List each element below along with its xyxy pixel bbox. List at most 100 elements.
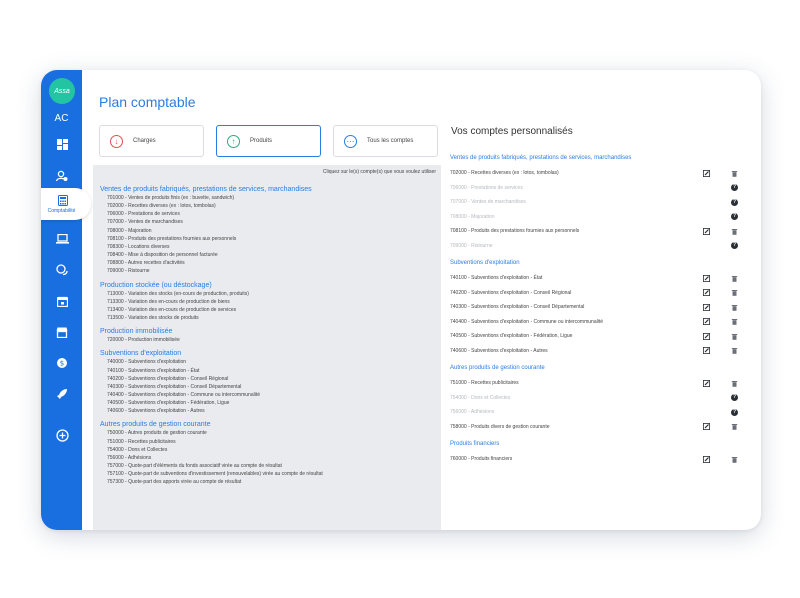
custom-account-row: 740300 - Subventions d'exploitation - Co…	[450, 300, 750, 315]
trash-icon[interactable]	[731, 170, 738, 177]
account-item[interactable]: 740600 - Subventions d'exploitation - Au…	[100, 407, 435, 415]
laptop-icon[interactable]	[52, 229, 72, 249]
custom-account-row: 740600 - Subventions d'exploitation - Au…	[450, 344, 750, 359]
account-item[interactable]: 751000 - Recettes publicitaires	[100, 438, 435, 446]
user-initials[interactable]: AC	[41, 113, 82, 124]
trash-icon[interactable]	[731, 347, 738, 355]
trash-icon[interactable]	[731, 333, 738, 340]
account-group-title: Production stockée (ou déstockage)	[100, 281, 212, 289]
custom-account-label: 708100 - Produits des prestations fourni…	[450, 228, 580, 235]
account-item[interactable]: 702000 - Recettes diverses (ex : lotos, …	[100, 202, 435, 210]
trash-icon[interactable]	[731, 275, 738, 282]
help-icon[interactable]: ?	[731, 408, 738, 416]
account-item[interactable]: 708400 - Mise à disposition de personnel…	[100, 251, 435, 259]
account-item[interactable]: 713400 - Variation des en-cours de produ…	[100, 306, 435, 314]
custom-account-row: 702000 - Recettes diverses (ex : lotos, …	[450, 166, 750, 181]
edit-icon[interactable]	[703, 169, 710, 177]
custom-account-label: 707000 - Ventes de marchandises	[450, 199, 526, 206]
custom-account-row: 740100 - Subventions d'exploitation - Ét…	[450, 271, 750, 286]
account-item[interactable]: 750000 - Autres produits de gestion cour…	[100, 429, 435, 437]
account-item[interactable]: 756000 - Adhésions	[100, 454, 435, 462]
edit-icon[interactable]	[703, 318, 710, 326]
dashboard-icon[interactable]	[52, 134, 72, 154]
account-item[interactable]: 707000 - Ventes de marchandises	[100, 218, 435, 226]
chat-icon[interactable]	[52, 260, 72, 280]
help-icon[interactable]: ?	[731, 184, 738, 192]
trash-icon[interactable]	[731, 289, 738, 297]
account-item[interactable]: 757300 - Quote-part des apports virée au…	[100, 478, 435, 486]
custom-account-row: 758000 - Produits divers de gestion cour…	[450, 420, 750, 435]
custom-account-label: 706000 - Prestations de services	[450, 184, 523, 191]
edit-icon[interactable]	[703, 423, 710, 431]
account-item[interactable]: 708100 - Produits des prestations fourni…	[100, 235, 435, 243]
trash-icon[interactable]	[731, 318, 738, 326]
account-item[interactable]: 709000 - Ristourne	[100, 267, 435, 275]
help-icon[interactable]: ?	[731, 213, 738, 221]
custom-account-label: 740600 - Subventions d'exploitation - Au…	[450, 347, 548, 354]
custom-group-title: Subventions d'exploitation	[450, 260, 520, 266]
custom-account-label: 760000 - Produits financiers	[450, 456, 513, 463]
calendar-icon[interactable]	[52, 291, 72, 311]
custom-account-row: 708100 - Produits des prestations fourni…	[450, 224, 750, 239]
account-item[interactable]: 740300 - Subventions d'exploitation - Co…	[100, 383, 435, 391]
custom-account-label: 740100 - Subventions d'exploitation - Ét…	[450, 275, 543, 282]
finance-icon[interactable]: $	[52, 353, 72, 373]
trash-icon[interactable]	[731, 228, 738, 235]
account-item[interactable]: 740200 - Subventions d'exploitation - Co…	[100, 375, 435, 383]
edit-icon[interactable]	[703, 289, 710, 297]
edit-icon[interactable]	[703, 347, 710, 355]
edit-icon[interactable]	[703, 227, 710, 235]
account-item[interactable]: 740500 - Subventions d'exploitation - Fé…	[100, 399, 435, 407]
trash-icon[interactable]	[731, 380, 738, 387]
account-item[interactable]: 713300 - Variation des en-cours de produ…	[100, 298, 435, 306]
account-item[interactable]: 740100 - Subventions d'exploitation - Ét…	[100, 367, 435, 375]
app-logo[interactable]: Assa	[49, 78, 75, 104]
account-item[interactable]: 757100 - Quote-part de subventions d'inv…	[100, 470, 435, 478]
account-group-title: Autres produits de gestion courante	[100, 421, 211, 429]
shop-icon[interactable]	[52, 322, 72, 342]
custom-account-label: 758000 - Produits divers de gestion cour…	[450, 423, 550, 430]
account-item[interactable]: 713000 - Variation des stocks (en-cours …	[100, 290, 435, 298]
account-item[interactable]: 754000 - Dons et Collectes	[100, 446, 435, 454]
help-icon[interactable]: ?	[731, 198, 738, 206]
edit-icon[interactable]	[703, 455, 710, 463]
account-item[interactable]: 701000 - Ventes de produits finis (ex : …	[100, 194, 435, 202]
filter-charges-button[interactable]: ↓ Charges	[99, 125, 204, 157]
account-item[interactable]: 708800 - Autres recettes d'activités	[100, 259, 435, 267]
account-item[interactable]: 706000 - Prestations de services	[100, 210, 435, 218]
calculator-icon	[53, 190, 73, 210]
trash-icon[interactable]	[731, 423, 738, 431]
account-item[interactable]: 740000 - Subventions d'exploitation	[100, 358, 435, 366]
custom-account-row: 707000 - Ventes de marchandises?	[450, 195, 750, 210]
account-group-title: Ventes de produits fabriqués, prestation…	[100, 186, 312, 193]
instruction-hint: Cliquez sur le(s) compte(s) que vous vou…	[322, 169, 436, 175]
custom-account-row: 751000 - Recettes publicitaires	[450, 376, 750, 391]
svg-text:$: $	[60, 360, 64, 368]
help-icon[interactable]: ?	[731, 242, 738, 250]
account-item[interactable]: 713500 - Variation des stocks de produit…	[100, 314, 435, 322]
trash-icon[interactable]	[731, 304, 738, 311]
account-item[interactable]: 740400 - Subventions d'exploitation - Co…	[100, 391, 435, 399]
edit-icon[interactable]	[703, 379, 710, 387]
edit-icon[interactable]	[703, 303, 710, 311]
rocket-icon[interactable]	[52, 384, 72, 404]
account-item[interactable]: 757000 - Quote-part d'éléments du fonds …	[100, 462, 435, 470]
edit-icon[interactable]	[703, 332, 710, 340]
members-icon[interactable]	[52, 166, 72, 186]
custom-account-label: 740300 - Subventions d'exploitation - Co…	[450, 304, 585, 311]
custom-account-label: 740500 - Subventions d'exploitation - Fé…	[450, 333, 573, 340]
edit-icon[interactable]	[703, 274, 710, 282]
arrow-up-icon: ↑	[227, 134, 240, 148]
custom-account-label: 756000 - Adhésions	[450, 409, 495, 416]
account-item[interactable]: 720000 - Production immobilisée	[100, 336, 435, 344]
custom-account-label: 708000 - Majoration	[450, 213, 495, 220]
help-icon[interactable]: ?	[731, 394, 738, 402]
account-item[interactable]: 708300 - Locations diverses	[100, 243, 435, 251]
filter-tous-button[interactable]: ⋯ Tous les comptes	[333, 125, 438, 157]
filter-produits-button[interactable]: ↑ Produits	[216, 125, 321, 157]
custom-account-row: 708000 - Majoration?	[450, 210, 750, 225]
page-title: Plan comptable	[99, 94, 196, 110]
add-circle-icon[interactable]	[52, 425, 72, 445]
trash-icon[interactable]	[731, 456, 738, 463]
account-item[interactable]: 708000 - Majoration	[100, 227, 435, 235]
